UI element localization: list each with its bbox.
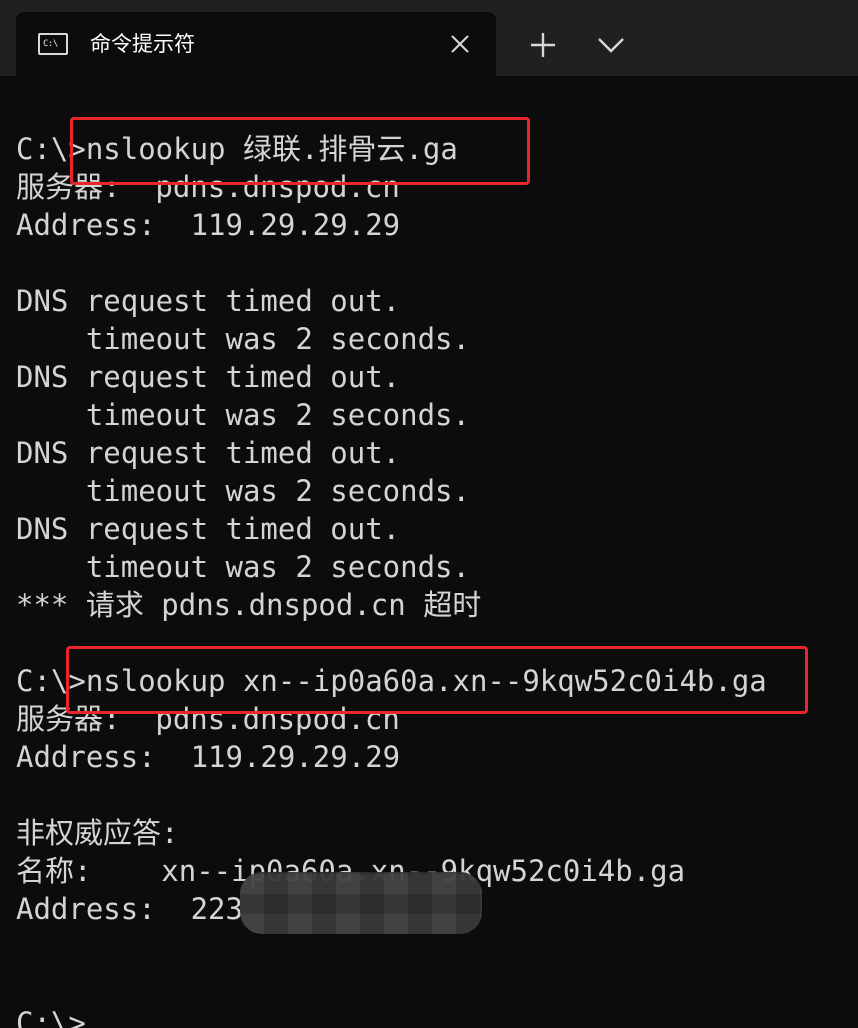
terminal-line: C:\> [16, 1006, 86, 1028]
terminal-line: timeout was 2 seconds. [16, 322, 470, 356]
terminal-line: *** 请求 pdns.dnspod.cn 超时 [16, 588, 482, 622]
highlight-box-second-command [66, 646, 808, 714]
terminal-line: DNS request timed out. [16, 436, 401, 470]
tab-title: 命令提示符 [90, 32, 195, 56]
terminal-line: Address: 119.29.29.29 [16, 208, 401, 242]
cmd-icon-label: C:\ [43, 39, 58, 49]
terminal-line: Address: 119.29.29.29 [16, 740, 401, 774]
terminal-line: timeout was 2 seconds. [16, 550, 470, 584]
close-icon[interactable] [444, 28, 476, 60]
terminal-line: DNS request timed out. [16, 512, 401, 546]
tab-bar: C:\ 命令提示符 [0, 0, 858, 76]
terminal-line: 非权威应答: [16, 816, 179, 850]
plus-icon[interactable] [526, 28, 560, 62]
terminal-line: DNS request timed out. [16, 360, 401, 394]
highlight-box-first-command [70, 117, 530, 185]
tab-command-prompt[interactable]: C:\ 命令提示符 [16, 12, 496, 76]
cmd-icon: C:\ [38, 33, 68, 55]
terminal-line: DNS request timed out. [16, 284, 401, 318]
redacted-address-blur [240, 872, 482, 934]
terminal-line: timeout was 2 seconds. [16, 398, 470, 432]
terminal-window: C:\ 命令提示符 C:\>nslookup 绿联.排骨云.ga 服务器: pdn… [0, 0, 858, 1028]
terminal-line: timeout was 2 seconds. [16, 474, 470, 508]
chevron-down-icon[interactable] [594, 30, 628, 60]
